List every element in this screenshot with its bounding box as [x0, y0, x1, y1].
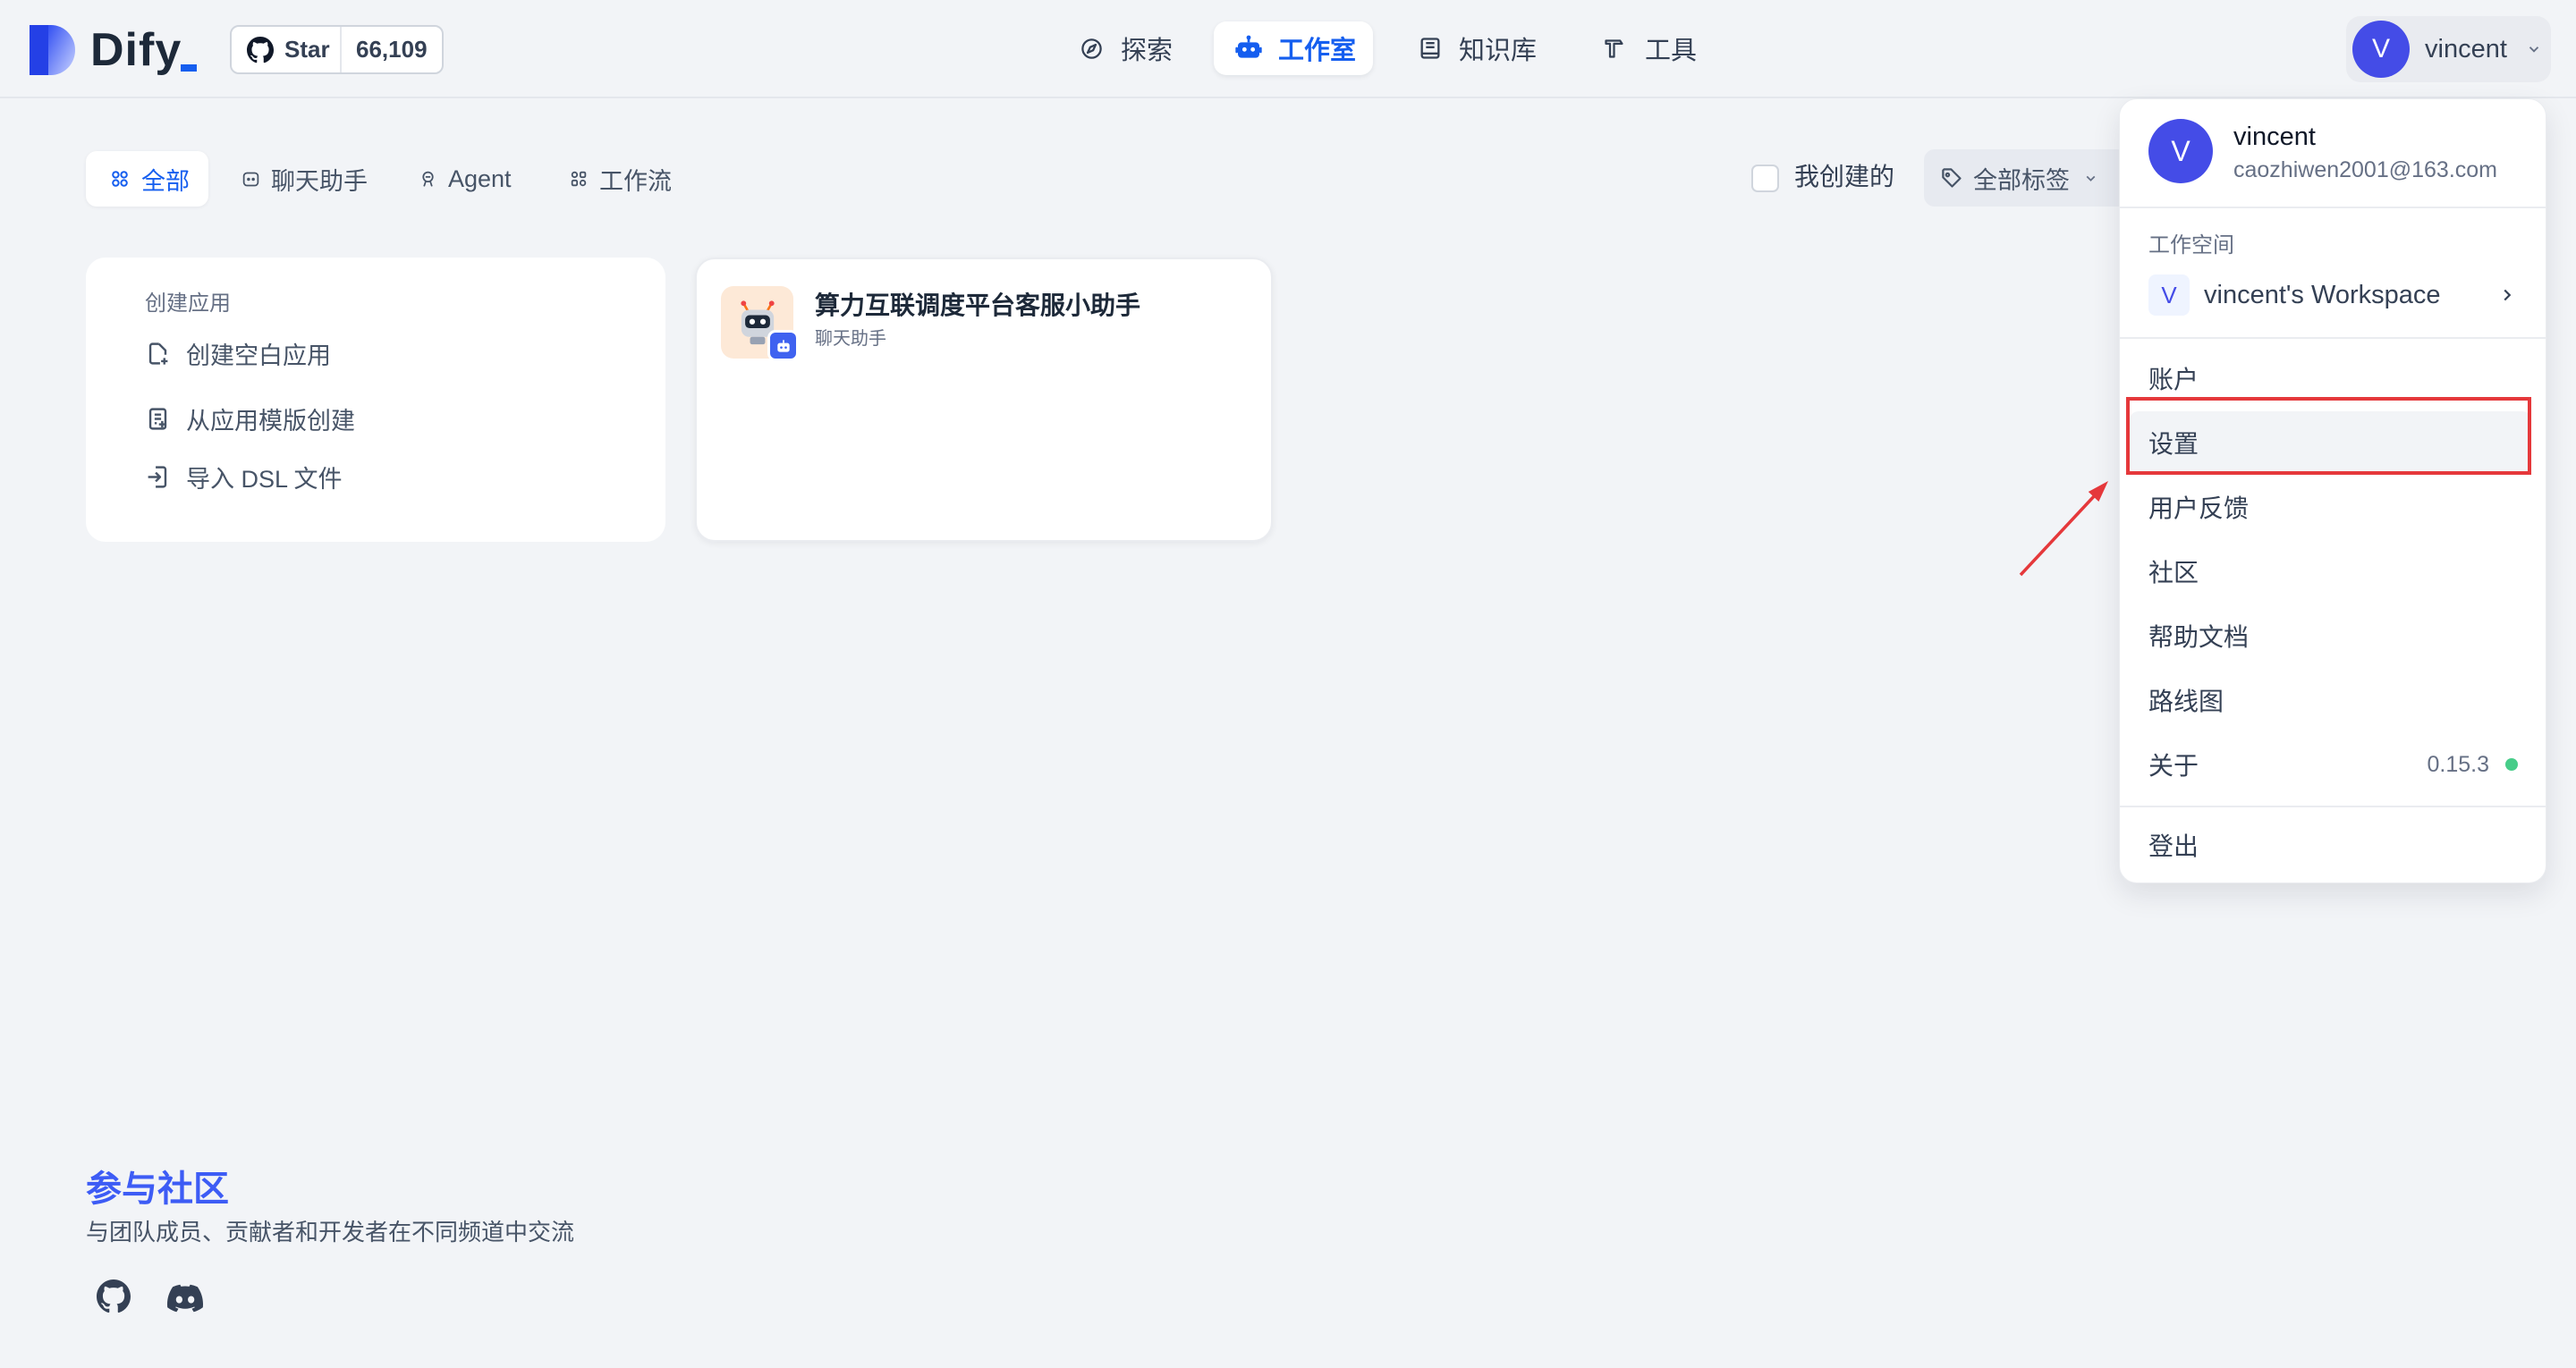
avatar: V — [2352, 21, 2410, 78]
create-blank-app-button[interactable]: 创建空白应用 — [145, 335, 331, 371]
tag-filter-label: 全部标签 — [1973, 166, 2070, 194]
nav-tools-label: 工具 — [1645, 37, 1698, 65]
menu-user-name: vincent — [2233, 122, 2316, 151]
robot-icon — [1234, 34, 1263, 63]
github-icon[interactable] — [97, 1279, 131, 1313]
github-star-button[interactable]: Star 66,109 — [230, 25, 444, 74]
tab-all-label: 全部 — [141, 167, 190, 195]
nav-explore-label: 探索 — [1121, 37, 1174, 65]
import-dsl-button[interactable]: 导入 DSL 文件 — [145, 459, 343, 494]
top-header: Dify Star 66,109 探索 工作室 知识库 工具 V vincent — [0, 0, 2576, 98]
template-icon — [145, 406, 171, 432]
menu-item-logout[interactable]: 登出 — [2130, 814, 2531, 876]
menu-item-label: 用户反馈 — [2148, 494, 2250, 522]
annotation-highlight-box — [2126, 397, 2531, 475]
account-dropdown-menu: V vincent caozhiwen2001@163.com 工作空间 V v… — [2119, 98, 2546, 883]
workflow-icon — [569, 169, 589, 189]
menu-item-help-docs[interactable]: 帮助文档 — [2130, 604, 2531, 667]
star-label-section: Star — [232, 27, 342, 72]
tab-all[interactable]: 全部 — [86, 151, 208, 207]
menu-item-label: 登出 — [2148, 832, 2199, 860]
workspace-name: vincent's Workspace — [2204, 280, 2441, 309]
nav-studio[interactable]: 工作室 — [1214, 21, 1373, 75]
tab-agent-label: Agent — [448, 165, 512, 192]
annotation-arrow — [2019, 481, 2108, 577]
nav-knowledge[interactable]: 知识库 — [1401, 21, 1553, 75]
menu-item-label: 路线图 — [2148, 688, 2224, 715]
nav-knowledge-label: 知识库 — [1459, 37, 1538, 65]
app-type-badge-icon — [767, 330, 799, 361]
import-dsl-label: 导入 DSL 文件 — [186, 465, 343, 493]
menu-divider — [2120, 337, 2546, 339]
menu-divider — [2120, 806, 2546, 807]
tab-chat-assistant[interactable]: 聊天助手 — [226, 151, 378, 207]
tab-workflow[interactable]: 工作流 — [554, 151, 683, 207]
create-blank-app-label: 创建空白应用 — [186, 342, 331, 369]
nav-explore[interactable]: 探索 — [1063, 21, 1190, 75]
chat-icon — [242, 170, 260, 189]
discord-icon[interactable] — [167, 1280, 203, 1316]
menu-item-label: 账户 — [2148, 366, 2199, 393]
user-profile-button[interactable]: V vincent — [2346, 16, 2551, 82]
star-count: 66,109 — [356, 36, 428, 63]
app-type: 聊天助手 — [815, 329, 886, 349]
tag-icon — [1940, 166, 1964, 190]
menu-item-label: 关于 — [2148, 752, 2199, 780]
agent-icon — [419, 170, 437, 189]
tab-chat-label: 聊天助手 — [271, 167, 368, 195]
dify-logo-icon — [30, 25, 75, 75]
explore-icon — [1080, 37, 1104, 61]
workspace-switcher[interactable]: V vincent's Workspace — [2130, 270, 2531, 320]
github-icon — [247, 36, 274, 63]
user-name: vincent — [2425, 35, 2507, 63]
hammer-icon — [1602, 37, 1626, 61]
book-icon — [1418, 36, 1443, 61]
created-by-me-checkbox[interactable] — [1751, 165, 1779, 192]
menu-item-feedback[interactable]: 用户反馈 — [2130, 476, 2531, 538]
dify-logo[interactable]: Dify — [30, 23, 199, 77]
nav-tools[interactable]: 工具 — [1585, 21, 1710, 75]
created-by-me-label[interactable]: 我创建的 — [1794, 159, 1894, 195]
create-app-card: 创建应用 创建空白应用 从应用模版创建 导入 DSL 文件 — [86, 258, 665, 542]
star-label: Star — [284, 36, 330, 63]
menu-item-about[interactable]: 关于 0.15.3 — [2130, 733, 2531, 796]
workspace-section-label: 工作空间 — [2148, 233, 2234, 258]
menu-item-roadmap[interactable]: 路线图 — [2130, 669, 2531, 731]
menu-item-label: 社区 — [2148, 559, 2199, 587]
import-icon — [145, 464, 171, 490]
create-from-template-button[interactable]: 从应用模版创建 — [145, 401, 355, 436]
menu-item-label: 帮助文档 — [2148, 623, 2250, 651]
menu-user-email: caozhiwen2001@163.com — [2233, 157, 2498, 182]
workspace-badge: V — [2148, 274, 2190, 316]
version-label: 0.15.3 — [2427, 751, 2489, 777]
nav-studio-label: 工作室 — [1278, 37, 1357, 65]
logo-dot — [181, 64, 197, 72]
chevron-down-icon — [2083, 171, 2098, 186]
file-plus-icon — [145, 341, 171, 367]
community-title: 参与社区 — [86, 1170, 229, 1209]
app-name: 算力互联调度平台客服小助手 — [815, 291, 1141, 319]
create-from-template-label: 从应用模版创建 — [186, 407, 355, 435]
app-card[interactable]: 算力互联调度平台客服小助手 聊天助手 — [695, 258, 1273, 542]
tab-workflow-label: 工作流 — [599, 167, 672, 195]
version-status-dot — [2505, 758, 2518, 771]
grid-icon — [110, 169, 130, 189]
create-app-title: 创建应用 — [145, 291, 231, 316]
tab-agent[interactable]: Agent — [403, 151, 529, 207]
tag-filter-dropdown[interactable]: 全部标签 — [1924, 149, 2139, 207]
menu-avatar: V — [2148, 119, 2213, 183]
community-subtitle: 与团队成员、贡献者和开发者在不同频道中交流 — [86, 1219, 575, 1246]
menu-item-community[interactable]: 社区 — [2130, 540, 2531, 603]
menu-divider — [2120, 207, 2546, 208]
logo-text: Dify — [90, 24, 182, 76]
chevron-down-icon — [2526, 41, 2542, 57]
chevron-right-icon — [2497, 285, 2517, 305]
